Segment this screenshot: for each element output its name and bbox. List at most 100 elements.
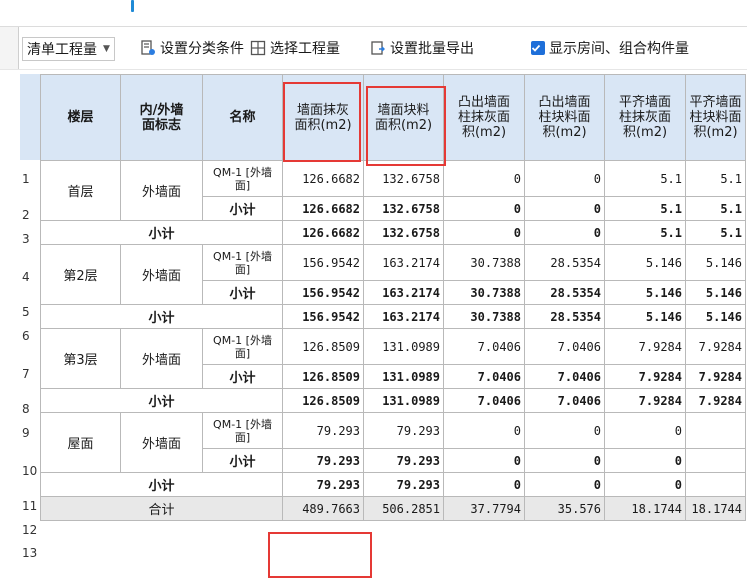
subtotal-label[interactable]: 小计: [202, 196, 283, 221]
subtotal-value-cell[interactable]: 5.146: [685, 280, 746, 305]
subtotal-label[interactable]: 小计: [202, 448, 283, 473]
floor-subtotal-value-cell[interactable]: 132.6758: [363, 220, 444, 245]
floor-cell[interactable]: 第3层: [40, 328, 121, 389]
col-header-name[interactable]: 名称: [202, 74, 283, 161]
floor-subtotal-value-cell[interactable]: 131.0989: [363, 388, 444, 413]
floor-subtotal-label[interactable]: 小计: [40, 388, 283, 413]
value-cell[interactable]: 79.293: [282, 412, 364, 449]
value-cell[interactable]: 5.1: [604, 160, 686, 197]
floor-subtotal-value-cell[interactable]: 5.1: [604, 220, 686, 245]
total-value-cell[interactable]: 37.7794: [443, 496, 525, 521]
total-label[interactable]: 合计: [40, 496, 283, 521]
subtotal-value-cell[interactable]: 5.1: [604, 196, 686, 221]
value-cell[interactable]: 131.0989: [363, 328, 444, 365]
subtotal-value-cell[interactable]: 0: [604, 448, 686, 473]
subtotal-value-cell[interactable]: 163.2174: [363, 280, 444, 305]
floor-subtotal-value-cell[interactable]: 0: [443, 472, 525, 497]
subtotal-value-cell[interactable]: 7.0406: [443, 364, 525, 389]
subtotal-value-cell[interactable]: 126.8509: [282, 364, 364, 389]
floor-cell[interactable]: 首层: [40, 160, 121, 221]
value-cell[interactable]: 30.7388: [443, 244, 525, 281]
floor-subtotal-value-cell[interactable]: 0: [524, 472, 605, 497]
quantity-type-dropdown[interactable]: 清单工程量 ▼: [22, 37, 115, 61]
subtotal-value-cell[interactable]: 79.293: [282, 448, 364, 473]
value-cell[interactable]: 0: [443, 412, 525, 449]
floor-subtotal-label[interactable]: 小计: [40, 472, 283, 497]
value-cell[interactable]: 7.0406: [524, 328, 605, 365]
value-cell[interactable]: 0: [443, 160, 525, 197]
col-header-conv-col-plaster[interactable]: 凸出墙面 柱抹灰面 积(m2): [443, 74, 525, 161]
value-cell[interactable]: 163.2174: [363, 244, 444, 281]
subtotal-value-cell[interactable]: 7.0406: [524, 364, 605, 389]
batch-export-button[interactable]: 设置批量导出: [370, 37, 474, 59]
item-name-cell[interactable]: QM-1 [外墙面]: [202, 412, 283, 449]
floor-subtotal-value-cell[interactable]: [685, 472, 746, 497]
col-header-conv-col-block[interactable]: 凸出墙面 柱块料面 积(m2): [524, 74, 605, 161]
floor-subtotal-value-cell[interactable]: 30.7388: [443, 304, 525, 329]
value-cell[interactable]: 5.146: [604, 244, 686, 281]
value-cell[interactable]: 5.1: [685, 160, 746, 197]
value-cell[interactable]: 28.5354: [524, 244, 605, 281]
subtotal-label[interactable]: 小计: [202, 280, 283, 305]
floor-subtotal-label[interactable]: 小计: [40, 304, 283, 329]
total-value-cell[interactable]: 18.1744: [604, 496, 686, 521]
value-cell[interactable]: [685, 412, 746, 449]
total-value-cell[interactable]: 506.2851: [363, 496, 444, 521]
value-cell[interactable]: 156.9542: [282, 244, 364, 281]
subtotal-value-cell[interactable]: 0: [524, 448, 605, 473]
item-name-cell[interactable]: QM-1 [外墙面]: [202, 328, 283, 365]
floor-subtotal-value-cell[interactable]: 5.1: [685, 220, 746, 245]
floor-subtotal-value-cell[interactable]: 79.293: [363, 472, 444, 497]
value-cell[interactable]: 79.293: [363, 412, 444, 449]
floor-cell[interactable]: 屋面: [40, 412, 121, 473]
inout-cell[interactable]: 外墙面: [120, 160, 203, 221]
floor-subtotal-value-cell[interactable]: 0: [443, 220, 525, 245]
subtotal-value-cell[interactable]: 7.9284: [604, 364, 686, 389]
floor-subtotal-label[interactable]: 小计: [40, 220, 283, 245]
floor-subtotal-value-cell[interactable]: 126.8509: [282, 388, 364, 413]
value-cell[interactable]: 0: [604, 412, 686, 449]
value-cell[interactable]: 126.6682: [282, 160, 364, 197]
subtotal-value-cell[interactable]: [685, 448, 746, 473]
total-value-cell[interactable]: 489.7663: [282, 496, 364, 521]
subtotal-value-cell[interactable]: 0: [443, 196, 525, 221]
subtotal-value-cell[interactable]: 28.5354: [524, 280, 605, 305]
subtotal-value-cell[interactable]: 5.146: [604, 280, 686, 305]
floor-subtotal-value-cell[interactable]: 126.6682: [282, 220, 364, 245]
subtotal-value-cell[interactable]: 0: [443, 448, 525, 473]
floor-subtotal-value-cell[interactable]: 7.9284: [685, 388, 746, 413]
total-value-cell[interactable]: 18.1744: [685, 496, 746, 521]
col-header-inout[interactable]: 内/外墙 面标志: [120, 74, 203, 161]
floor-subtotal-value-cell[interactable]: 7.0406: [524, 388, 605, 413]
col-header-wall-block[interactable]: 墙面块料 面积(m2): [363, 74, 444, 161]
subtotal-value-cell[interactable]: 7.9284: [685, 364, 746, 389]
floor-subtotal-value-cell[interactable]: 7.0406: [443, 388, 525, 413]
inout-cell[interactable]: 外墙面: [120, 328, 203, 389]
subtotal-value-cell[interactable]: 132.6758: [363, 196, 444, 221]
value-cell[interactable]: 5.146: [685, 244, 746, 281]
floor-subtotal-value-cell[interactable]: 79.293: [282, 472, 364, 497]
floor-subtotal-value-cell[interactable]: 7.9284: [604, 388, 686, 413]
subtotal-value-cell[interactable]: 156.9542: [282, 280, 364, 305]
total-value-cell[interactable]: 35.576: [524, 496, 605, 521]
subtotal-value-cell[interactable]: 126.6682: [282, 196, 364, 221]
set-category-button[interactable]: 设置分类条件: [140, 37, 244, 59]
col-header-flush-col-block[interactable]: 平齐墙面 柱块料面 积(m2): [685, 74, 746, 161]
value-cell[interactable]: 0: [524, 412, 605, 449]
subtotal-value-cell[interactable]: 79.293: [363, 448, 444, 473]
subtotal-value-cell[interactable]: 0: [524, 196, 605, 221]
floor-subtotal-value-cell[interactable]: 163.2174: [363, 304, 444, 329]
col-header-floor[interactable]: 楼层: [40, 74, 121, 161]
subtotal-value-cell[interactable]: 5.1: [685, 196, 746, 221]
inout-cell[interactable]: 外墙面: [120, 244, 203, 305]
floor-subtotal-value-cell[interactable]: 156.9542: [282, 304, 364, 329]
value-cell[interactable]: 126.8509: [282, 328, 364, 365]
floor-subtotal-value-cell[interactable]: 28.5354: [524, 304, 605, 329]
floor-subtotal-value-cell[interactable]: 0: [604, 472, 686, 497]
col-header-flush-col-plaster[interactable]: 平齐墙面 柱抹灰面 积(m2): [604, 74, 686, 161]
value-cell[interactable]: 0: [524, 160, 605, 197]
floor-subtotal-value-cell[interactable]: 5.146: [604, 304, 686, 329]
subtotal-value-cell[interactable]: 131.0989: [363, 364, 444, 389]
item-name-cell[interactable]: QM-1 [外墙面]: [202, 160, 283, 197]
value-cell[interactable]: 7.0406: [443, 328, 525, 365]
